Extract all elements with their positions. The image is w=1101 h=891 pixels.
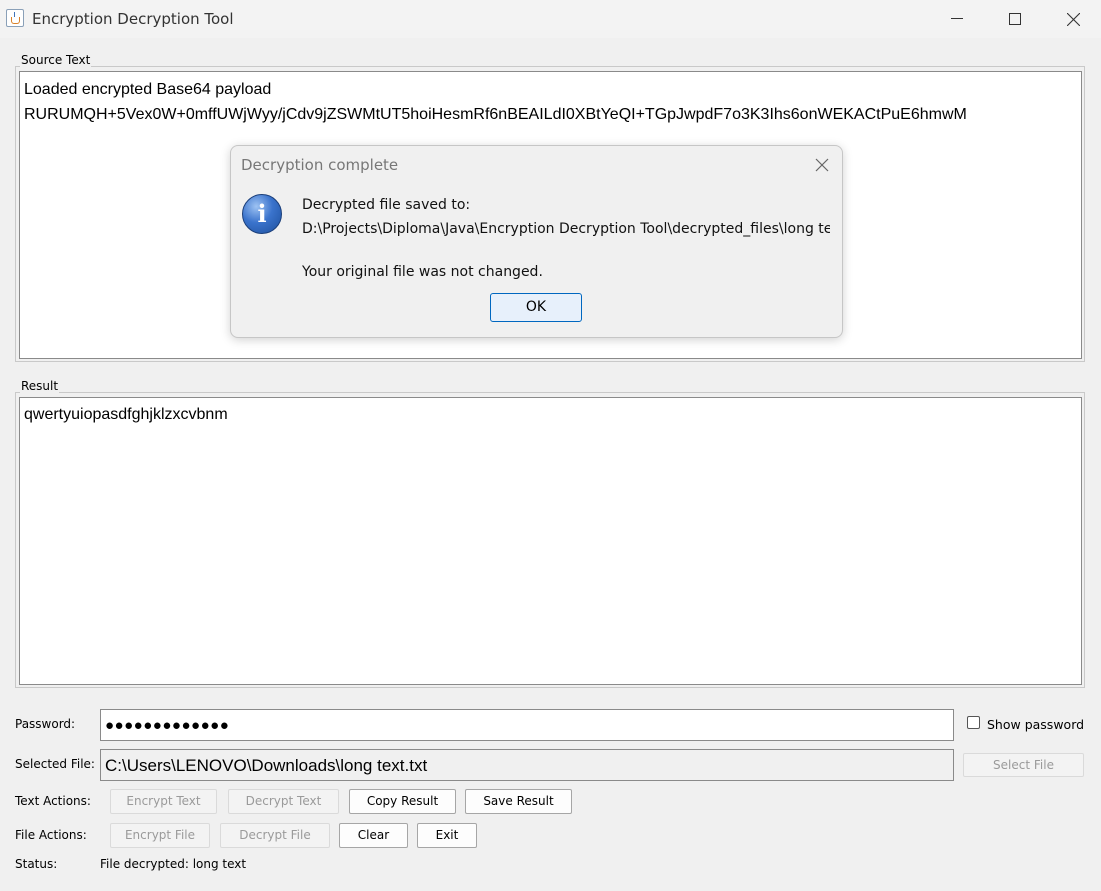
decrypt-text-button[interactable]: Decrypt Text: [228, 789, 339, 814]
result-textarea[interactable]: qwertyuiopasdfghjklzxcvbnm: [19, 397, 1082, 685]
ok-button[interactable]: OK: [490, 293, 582, 322]
select-file-button[interactable]: Select File: [963, 753, 1084, 777]
result-text: qwertyuiopasdfghjklzxcvbnm: [24, 406, 228, 423]
encrypt-file-button[interactable]: Encrypt File: [110, 823, 210, 848]
dialog-message-note: Your original file was not changed.: [302, 264, 543, 280]
dialog-close-button[interactable]: [811, 154, 833, 176]
java-cup-icon: [6, 9, 24, 27]
selected-file-field: C:\Users\LENOVO\Downloads\long text.txt: [100, 749, 954, 781]
status-label: Status:: [15, 857, 58, 871]
window-title: Encryption Decryption Tool: [32, 10, 234, 28]
close-icon: [1067, 13, 1080, 26]
password-label: Password:: [15, 717, 76, 731]
clear-button[interactable]: Clear: [339, 823, 408, 848]
selected-file-label: Selected File:: [15, 757, 95, 771]
encrypt-text-button[interactable]: Encrypt Text: [110, 789, 217, 814]
file-actions-label: File Actions:: [15, 828, 87, 842]
close-icon: [815, 158, 829, 172]
text-actions-label: Text Actions:: [15, 794, 91, 808]
maximize-icon: [1009, 13, 1021, 25]
password-field[interactable]: ●●●●●●●●●●●●●: [100, 709, 954, 741]
source-line: Loaded encrypted Base64 payload: [24, 81, 272, 98]
exit-button[interactable]: Exit: [417, 823, 477, 848]
maximize-button[interactable]: [986, 0, 1044, 38]
source-text-label: Source Text: [20, 53, 92, 67]
status-value: File decrypted: long text: [100, 857, 247, 871]
copy-result-button[interactable]: Copy Result: [349, 789, 456, 814]
minimize-icon: [951, 18, 963, 19]
show-password-checkbox[interactable]: [967, 716, 980, 729]
minimize-button[interactable]: [928, 0, 986, 38]
dialog-title: Decryption complete: [241, 156, 399, 174]
dialog-message-line: Decrypted file saved to:: [302, 197, 471, 213]
dialog-message-path: D:\Projects\Diploma\Java\Encryption Decr…: [302, 221, 830, 237]
source-line: RURUMQH+5Vex0W+0mffUWjWyy/jCdv9jZSWMtUT5…: [24, 106, 967, 123]
save-result-button[interactable]: Save Result: [465, 789, 572, 814]
decryption-complete-dialog: Decryption complete i Decrypted file sav…: [230, 145, 843, 338]
show-password-label: Show password: [987, 717, 1085, 732]
decrypt-file-button[interactable]: Decrypt File: [220, 823, 330, 848]
result-label: Result: [20, 379, 60, 393]
close-button[interactable]: [1044, 0, 1101, 38]
info-icon: i: [242, 194, 282, 234]
